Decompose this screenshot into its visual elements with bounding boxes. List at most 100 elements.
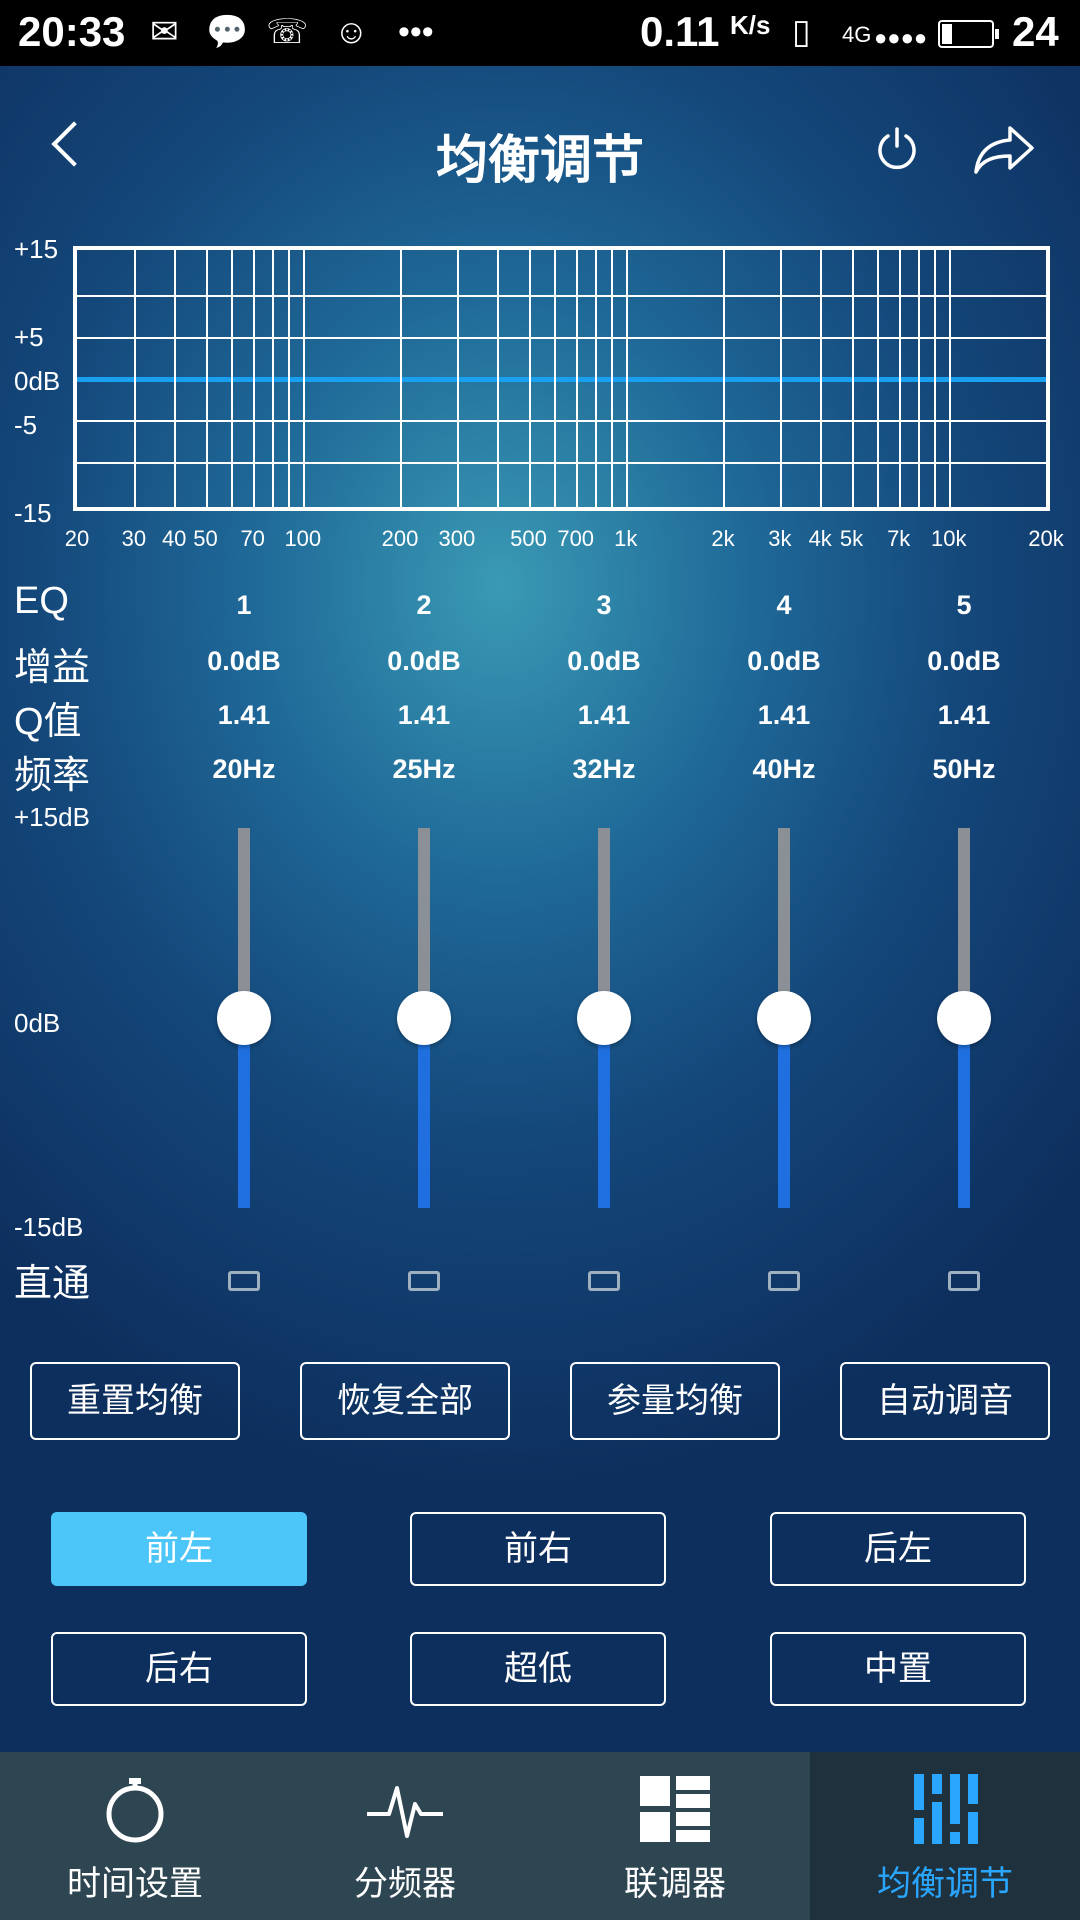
band-gain: 0.0dB: [927, 646, 1001, 676]
graph-grid-line: [877, 250, 880, 507]
status-speed: 0.11: [640, 8, 720, 55]
slider-knob[interactable]: [217, 991, 271, 1045]
chat-icon: 💬: [206, 13, 249, 51]
slider-track-upper: [598, 828, 610, 1018]
graph-grid-line: [77, 337, 1046, 340]
slider-knob[interactable]: [757, 991, 811, 1045]
more-dots-icon: •••: [398, 13, 434, 51]
graph-grid-line: [898, 250, 901, 507]
band-gain-slider[interactable]: [577, 828, 631, 1208]
channel-front-left-button[interactable]: 前左: [51, 1512, 307, 1586]
graph-x-label: 20: [64, 526, 90, 551]
nav-label: 分频器: [354, 1865, 456, 1903]
graph-y-label: -15: [14, 498, 52, 528]
nav-item-time-settings[interactable]: 时间设置: [0, 1752, 270, 1920]
band-gain-slider[interactable]: [937, 828, 991, 1208]
band-freq: 50Hz: [932, 754, 996, 784]
baby-icon: ☺: [334, 13, 369, 51]
graph-grid-line: [231, 250, 234, 507]
status-bar: 20:33 ✉ 💬 ☏ ☺ ••• 0.11 K/s ▯ 4G ●●●● 24: [0, 0, 1080, 66]
row-label-gain: 增益: [14, 647, 91, 689]
graph-grid-line: [174, 250, 177, 507]
graph-y-label: +15: [14, 234, 59, 264]
channel-front-right-button[interactable]: 前右: [410, 1512, 666, 1586]
row-label-bypass: 直通: [14, 1263, 91, 1305]
band-num: 4: [776, 590, 792, 620]
bypass-checkbox[interactable]: [768, 1271, 800, 1291]
graph-x-label: 500: [510, 526, 547, 551]
graph-grid-line: [625, 250, 628, 507]
nav-item-equalizer[interactable]: 均衡调节: [810, 1752, 1080, 1920]
graph-x-label: 70: [240, 526, 265, 551]
mail-icon: ✉: [150, 13, 179, 51]
nav-item-linker[interactable]: 联调器: [540, 1752, 810, 1920]
graph-grid-line: [528, 250, 531, 507]
band-num: 3: [596, 590, 612, 620]
grid-tiles-icon: [640, 1776, 710, 1842]
band-num: 1: [236, 590, 252, 620]
bypass-checkbox[interactable]: [228, 1271, 260, 1291]
eq-response-graph: [73, 246, 1050, 511]
slider-scale-top: +15dB: [14, 802, 90, 832]
graph-x-label: 7k: [887, 526, 911, 551]
slider-knob[interactable]: [937, 991, 991, 1045]
slider-track-lower: [958, 1018, 970, 1208]
graph-grid-line: [851, 250, 854, 507]
nav-label: 联调器: [624, 1865, 726, 1903]
restore-all-button[interactable]: 恢复全部: [300, 1362, 510, 1440]
vibrate-icon: ▯: [792, 13, 811, 51]
status-speed-unit: K/s: [730, 10, 771, 40]
row-label-freq: 频率: [14, 755, 91, 797]
band-gain-slider[interactable]: [397, 828, 451, 1208]
graph-grid-line: [575, 250, 578, 507]
graph-y-label: -5: [14, 410, 38, 440]
slider-knob[interactable]: [397, 991, 451, 1045]
nav-label: 时间设置: [67, 1865, 203, 1903]
bypass-checkbox[interactable]: [588, 1271, 620, 1291]
graph-grid-line: [205, 250, 208, 507]
graph-x-label: 3k: [768, 526, 792, 551]
graph-x-label: 300: [438, 526, 476, 551]
graph-grid-line: [779, 250, 782, 507]
auto-tune-button[interactable]: 自动调音: [840, 1362, 1050, 1440]
graph-x-label: 200: [381, 526, 419, 551]
band-freq: 40Hz: [752, 754, 816, 784]
band-q: 1.41: [577, 700, 631, 730]
channel-rear-right-button[interactable]: 后右: [51, 1632, 307, 1706]
waveform-icon: [367, 1786, 443, 1838]
band-q: 1.41: [397, 700, 451, 730]
band-gain-slider[interactable]: [217, 828, 271, 1208]
graph-x-label: 40: [161, 526, 187, 551]
graph-x-label: 100: [284, 526, 322, 551]
slider-knob[interactable]: [577, 991, 631, 1045]
channel-center-button[interactable]: 中置: [770, 1632, 1026, 1706]
nav-item-crossover[interactable]: 分频器: [270, 1752, 540, 1920]
channel-subwoofer-button[interactable]: 超低: [410, 1632, 666, 1706]
nav-label: 均衡调节: [877, 1865, 1013, 1903]
graph-grid-line: [554, 250, 557, 507]
stopwatch-icon: [106, 1778, 164, 1843]
graph-grid-line: [456, 250, 459, 507]
band-gain-slider[interactable]: [757, 828, 811, 1208]
band-gain: 0.0dB: [747, 646, 821, 676]
channel-rear-left-button[interactable]: 后左: [770, 1512, 1026, 1586]
bottom-nav: 时间设置 分频器 联调器 均衡调节: [0, 1752, 1080, 1920]
bypass-checkbox[interactable]: [948, 1271, 980, 1291]
bypass-checkbox[interactable]: [408, 1271, 440, 1291]
graph-grid-line: [948, 250, 951, 507]
slider-scale-mid: 0dB: [14, 1008, 61, 1038]
graph-grid-line: [611, 250, 613, 507]
graph-grid-line: [77, 419, 1046, 422]
parametric-eq-button[interactable]: 参量均衡: [570, 1362, 780, 1440]
graph-grid-line: [133, 250, 136, 507]
graph-grid-line: [497, 250, 500, 507]
power-icon[interactable]: [874, 126, 920, 172]
graph-grid-line: [288, 250, 290, 507]
slider-track-lower: [238, 1018, 250, 1208]
reset-eq-button[interactable]: 重置均衡: [30, 1362, 240, 1440]
share-icon[interactable]: [972, 124, 1036, 176]
slider-track-lower: [778, 1018, 790, 1208]
graph-x-label: 30: [121, 526, 147, 551]
graph-x-label: 700: [557, 526, 595, 551]
slider-scale-bottom: -15dB: [14, 1212, 84, 1242]
